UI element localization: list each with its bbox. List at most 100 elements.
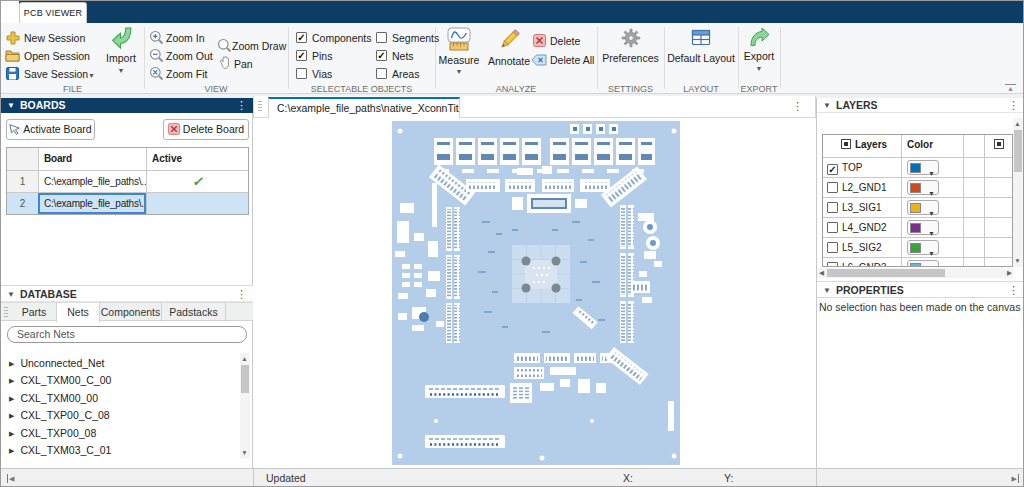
zoom-fit-button[interactable]: Zoom Fit	[166, 66, 207, 82]
new-session-button[interactable]: New Session	[24, 30, 85, 46]
segments-checkbox[interactable]	[376, 32, 387, 43]
database-panel-header[interactable]: ▼ DATABASE ⋮	[1, 285, 253, 302]
annotate-button[interactable]: Annotate	[485, 28, 533, 67]
layer-color-dropdown[interactable]: ▼	[907, 180, 939, 195]
tab-parts[interactable]: Parts	[12, 303, 57, 322]
database-collapse-icon[interactable]: ▼	[7, 286, 15, 303]
expand-icon[interactable]: ▶	[9, 377, 14, 384]
delete-button[interactable]: Delete	[550, 33, 580, 49]
net-item[interactable]: ▶CXL_TXM00_00	[1, 390, 231, 407]
save-session-caret[interactable]: ▼	[88, 72, 95, 79]
pins-checkbox[interactable]	[296, 50, 307, 61]
expand-icon[interactable]: ▶	[9, 447, 14, 454]
select-all-extra-checkbox[interactable]	[994, 139, 1004, 149]
layer-visible-checkbox[interactable]	[827, 242, 838, 253]
nets-scrollbar[interactable]: ▲ ▼	[240, 353, 250, 459]
layer-visible-checkbox[interactable]	[827, 202, 838, 213]
layer-row-l2-gnd1[interactable]: L2_GND1 ▼	[823, 177, 1012, 197]
net-item[interactable]: ▶CXL_TXP00_08	[1, 425, 231, 442]
layer-visible-checkbox[interactable]	[827, 164, 838, 175]
layer-color-dropdown[interactable]: ▼	[907, 220, 939, 235]
delete-board-button[interactable]: Delete Board	[163, 119, 249, 140]
expand-icon[interactable]: ▶	[9, 395, 14, 402]
layers-panel-header[interactable]: ▼ LAYERS ⋮	[817, 98, 1024, 113]
activate-board-button[interactable]: Activate Board	[6, 119, 95, 140]
tab-components[interactable]: Components	[100, 303, 162, 322]
pan-button[interactable]: Pan	[234, 56, 253, 72]
nets-scrollbar-thumb[interactable]	[241, 365, 249, 393]
expand-icon[interactable]: ▶	[9, 360, 14, 367]
properties-menu-icon[interactable]: ⋮	[1008, 282, 1019, 299]
layer-row-l4-gnd2[interactable]: L4_GND2 ▼	[823, 217, 1012, 237]
scroll-down-icon[interactable]: ▼	[240, 449, 249, 457]
net-item[interactable]: ▶CXL_TXM03_C_01	[1, 442, 231, 459]
color-col-header[interactable]: Color	[901, 135, 963, 157]
layers-vscrollbar[interactable]: ▲ ▼	[1013, 118, 1023, 267]
canvas-tabbar-grip[interactable]	[258, 101, 262, 113]
import-button[interactable]: Import ▼	[101, 27, 141, 74]
layer-visible-checkbox[interactable]	[827, 182, 838, 193]
layers-vscrollbar-thumb[interactable]	[1014, 130, 1022, 172]
nets-checkbox[interactable]	[376, 50, 387, 61]
delete-all-button[interactable]: Delete All	[550, 52, 594, 68]
properties-collapse-icon[interactable]: ▼	[823, 282, 831, 299]
layer-color-dropdown[interactable]: ▼	[907, 240, 939, 255]
boards-panel-header[interactable]: ▼ BOARDS ⋮	[1, 98, 253, 113]
boards-col-board[interactable]: Board	[38, 148, 146, 170]
boards-collapse-icon[interactable]: ▼	[7, 98, 15, 113]
export-caret[interactable]: ▼	[738, 65, 780, 72]
zoom-draw-button[interactable]: Zoom Draw	[232, 38, 286, 54]
board-row-1[interactable]: 1 C:\example_file_paths\... ✓	[7, 170, 248, 192]
tab-pcb-viewer[interactable]: PCB VIEWER	[19, 2, 87, 23]
properties-panel-header[interactable]: ▼ PROPERTIES ⋮	[817, 281, 1024, 298]
layers-hscrollbar[interactable]: ◀ ▶	[817, 268, 1013, 278]
vias-checkbox[interactable]	[296, 68, 307, 79]
preferences-button[interactable]: Preferences	[600, 28, 661, 64]
layer-color-dropdown[interactable]: ▼	[907, 260, 939, 267]
layer-color-dropdown[interactable]: ▼	[907, 160, 939, 175]
net-item[interactable]: ▶CXL_TXP00_C_08	[1, 407, 231, 424]
layer-visible-checkbox[interactable]	[827, 262, 838, 267]
layers-menu-icon[interactable]: ⋮	[1008, 98, 1019, 113]
select-all-layers-checkbox[interactable]	[841, 139, 851, 149]
scroll-right-edge-icon[interactable]: ▶	[1012, 474, 1019, 483]
scroll-left-edge-icon[interactable]: ◀	[7, 474, 14, 483]
layer-color-dropdown[interactable]: ▼	[907, 200, 939, 215]
components-checkbox[interactable]	[296, 32, 307, 43]
layer-row-top[interactable]: TOP ▼	[823, 157, 1012, 177]
expand-icon[interactable]: ▶	[9, 430, 14, 437]
canvas[interactable]	[254, 118, 815, 468]
scroll-right-icon[interactable]: ▶	[1005, 269, 1014, 277]
layer-row-l3-sig1[interactable]: L3_SIG1 ▼	[823, 197, 1012, 217]
measure-caret[interactable]: ▼	[435, 68, 483, 75]
default-layout-button[interactable]: Default Layout	[664, 28, 738, 64]
tab-nets[interactable]: Nets	[57, 303, 100, 323]
scroll-up-icon[interactable]: ▲	[1013, 120, 1022, 128]
save-session-button[interactable]: Save Session	[24, 66, 88, 82]
canvas-menu-icon[interactable]: ⋮	[792, 100, 803, 113]
import-caret[interactable]: ▼	[101, 67, 141, 74]
scroll-down-icon[interactable]: ▼	[1013, 257, 1022, 265]
layer-row-l6-gnd3[interactable]: L6_GND3 ▼	[823, 257, 1012, 267]
layer-row-l5-sig2[interactable]: L5_SIG2 ▼	[823, 237, 1012, 257]
zoom-in-button[interactable]: Zoom In	[166, 30, 205, 46]
net-item[interactable]: ▶Unconnected_Net	[1, 355, 231, 372]
layers-col-header[interactable]: Layers	[823, 135, 901, 157]
board-row-2[interactable]: 2 C:\example_file_paths\...	[7, 192, 248, 214]
canvas-tab[interactable]: C:\example_file_paths\native_XconnTitan	[268, 97, 460, 118]
scroll-up-icon[interactable]: ▲	[240, 355, 249, 363]
tab-padstacks[interactable]: Padstacks	[162, 303, 226, 322]
boards-col-active[interactable]: Active	[146, 148, 248, 170]
measure-button[interactable]: Measure ▼	[435, 26, 483, 75]
search-nets-input[interactable]: Search Nets	[7, 326, 247, 343]
database-tabbar-grip[interactable]	[4, 307, 8, 319]
layers-collapse-icon[interactable]: ▼	[823, 98, 831, 113]
layers-hscrollbar-thumb[interactable]	[827, 269, 945, 277]
expand-icon[interactable]: ▶	[9, 412, 14, 419]
open-session-button[interactable]: Open Session	[24, 48, 90, 64]
zoom-out-button[interactable]: Zoom Out	[166, 48, 213, 64]
boards-menu-icon[interactable]: ⋮	[236, 98, 247, 113]
collapse-ribbon-button[interactable]: ▲	[1005, 84, 1016, 93]
scroll-left-icon[interactable]: ◀	[817, 269, 826, 277]
areas-checkbox[interactable]	[376, 68, 387, 79]
